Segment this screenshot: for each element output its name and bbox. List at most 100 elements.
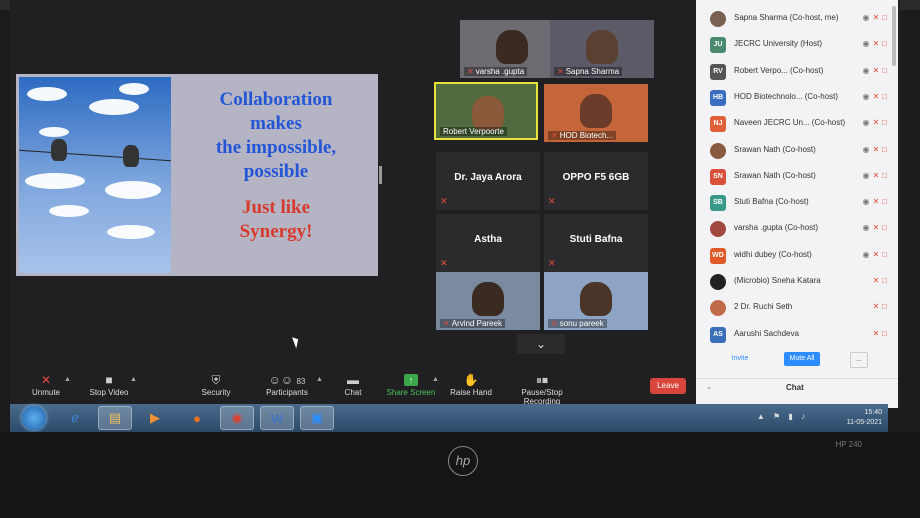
participant-name: Arvind Pareek [451,319,502,328]
share-screen-button[interactable]: ↑ Share Screen [384,372,438,397]
slide-line: Just like [241,197,311,218]
video-camera-icon: ■ [105,373,113,387]
clock[interactable]: 15:40 11-05-2021 [847,408,882,428]
participant-name: HOD Biotech... [559,131,614,140]
windows-taskbar: ℯ ▤ ▶ ● ◉ W ▣ ▲ ⚑ ▮ ♪ 15:40 11-05-2021 [10,404,888,432]
participant-name: Stuti Bafna [569,234,623,245]
unmute-button[interactable]: ✕ Unmute [28,372,64,397]
hand-icon: ✋ [463,373,479,387]
muted-mic-icon: ✕ [440,196,448,206]
mute-all-button[interactable]: Mute All [784,352,820,366]
participants-caret-icon[interactable]: ▲ [316,376,323,383]
slide-line: Collaboration [219,89,333,110]
participant-status-icons: ◉✕□ [862,39,890,49]
participant-name: Robert Verpo... (Co-host) [734,65,824,75]
participant-row[interactable]: HB HOD Biotechnolo... (Co-host) ◉✕□ [696,85,898,111]
avatar [710,300,726,317]
internet-explorer-icon[interactable]: ℯ [58,406,92,430]
participant-name: Astha [474,234,502,245]
participants-button[interactable]: ☺☺ 83 Participants [262,372,312,397]
participant-name: Robert Verpoorte [443,127,504,136]
participant-name: Sapna Sharma [565,67,620,76]
invite-button[interactable]: Invite [726,352,754,366]
slide-line: Synergy! [239,221,313,242]
avatar: SN [710,168,726,185]
participant-row[interactable]: JU JECRC University (Host) ◉✕□ [696,32,898,58]
participant-status-icons: ✕□ [872,328,890,338]
muted-mic-icon: ✕ [440,258,448,268]
participant-name: JECRC University (Host) [734,39,823,49]
participant-name: varsha .gupta [475,67,525,76]
raise-hand-button[interactable]: ✋ Raise Hand [448,372,494,397]
stop-video-button[interactable]: ■ Stop Video [86,372,132,397]
clock-time: 15:40 [864,409,882,416]
leave-button[interactable]: Leave [650,378,686,394]
share-options-caret-icon[interactable]: ▲ [432,376,439,383]
muted-mic-icon: ✕ [40,373,52,387]
participant-status-icons: ✕□ [872,302,890,312]
muted-mic-icon: ✕ [548,258,556,268]
pause-stop-recording-button[interactable]: ⏸⏹ Pause/Stop Recording [502,372,582,406]
participant-status-icons: ◉✕□ [862,249,890,259]
clock-date: 11-05-2021 [846,419,882,426]
video-tile[interactable]: ✕ Sapna Sharma [550,20,654,78]
participant-status-icons: ◉✕□ [862,118,890,128]
video-tile[interactable]: ✕ Arvind Pareek [436,272,540,330]
participant-row[interactable]: varsha .gupta (Co-host) ◉✕□ [696,216,898,242]
participant-status-icons: ◉✕□ [862,13,890,22]
more-options-button[interactable]: ... [850,352,868,368]
pause-stop-icon: ⏸⏹ [535,373,548,387]
chat-bubble-icon: ▬ [347,373,359,387]
participant-name: 2 Dr. Ruchi Seth [734,302,793,312]
slide-text: Collaboration makes the impossible, poss… [174,74,378,276]
muted-mic-icon: ✕ [548,196,556,206]
video-tile[interactable]: ✕ sonu pareek [544,272,648,330]
video-tile[interactable]: ✕ varsha .gupta [460,20,564,78]
avatar [710,274,726,290]
participant-row[interactable]: 2 Dr. Ruchi Seth ✕□ [696,295,898,321]
participant-row[interactable]: SN Srawan Nath (Co-host) ◉✕□ [696,164,898,190]
shield-icon: ⛨ [211,373,221,387]
name-tile[interactable]: Dr. Jaya Arora ✕ [436,152,540,210]
participant-row[interactable]: Sapna Sharma (Co-host, me) ◉✕□ [696,6,898,32]
chrome-icon[interactable]: ◉ [220,406,254,430]
participant-row[interactable]: NJ Naveen JECRC Un... (Co-host) ◉✕□ [696,111,898,137]
media-player-icon[interactable]: ▶ [138,406,172,430]
video-options-caret-icon[interactable]: ▲ [130,376,137,383]
participant-row[interactable]: WD widhi dubey (Co-host) ◉✕□ [696,243,898,269]
collapse-chevron-icon[interactable]: ⌄ [706,383,712,391]
slide-line: the impossible, [215,137,337,158]
participant-row[interactable]: RV Robert Verpo... (Co-host) ◉✕□ [696,59,898,85]
share-arrow-icon: ↑ [404,374,418,386]
audio-options-caret-icon[interactable]: ▲ [64,376,71,383]
chat-button[interactable]: ▬ Chat [338,372,368,397]
shared-slide: Collaboration makes the impossible, poss… [16,74,378,276]
participant-row[interactable]: (Microbio) Sneha Katara ✕□ [696,269,898,295]
participant-row[interactable]: AS Aarushi Sachdeva ✕□ [696,322,898,348]
participant-status-icons: ◉✕□ [862,170,890,180]
view-divider-handle[interactable] [379,166,382,184]
chat-label: Chat [786,383,804,392]
system-tray-icons[interactable]: ▲ ⚑ ▮ ♪ [757,412,808,421]
security-button[interactable]: ⛨ Security [196,372,236,397]
video-tile[interactable]: ✕ HOD Biotech... [544,84,648,142]
participant-name: widhi dubey (Co-host) [734,249,812,259]
name-tile[interactable]: Stuti Bafna ✕ [544,214,648,272]
avatar [710,221,726,238]
participant-name: Naveen JECRC Un... (Co-host) [734,118,846,128]
avatar: WD [710,247,726,264]
participant-row[interactable]: Srawan Nath (Co-host) ◉✕□ [696,138,898,164]
video-tile-active-speaker[interactable]: Robert Verpoorte [434,82,538,140]
name-tile[interactable]: OPPO F5 6GB ✕ [544,152,648,210]
firefox-icon[interactable]: ● [180,406,214,430]
participant-name: Srawan Nath (Co-host) [734,170,816,180]
chevron-down-icon[interactable]: ⌄ [517,334,565,354]
participant-name: Aarushi Sachdeva [734,328,799,338]
participant-row[interactable]: SB Stuti Bafna (Co-host) ◉✕□ [696,190,898,216]
start-button[interactable] [22,406,46,430]
word-icon[interactable]: W [260,406,294,430]
people-icon: ☺☺ [268,373,294,387]
zoom-icon[interactable]: ▣ [300,406,334,430]
file-explorer-icon[interactable]: ▤ [98,406,132,430]
name-tile[interactable]: Astha ✕ [436,214,540,272]
